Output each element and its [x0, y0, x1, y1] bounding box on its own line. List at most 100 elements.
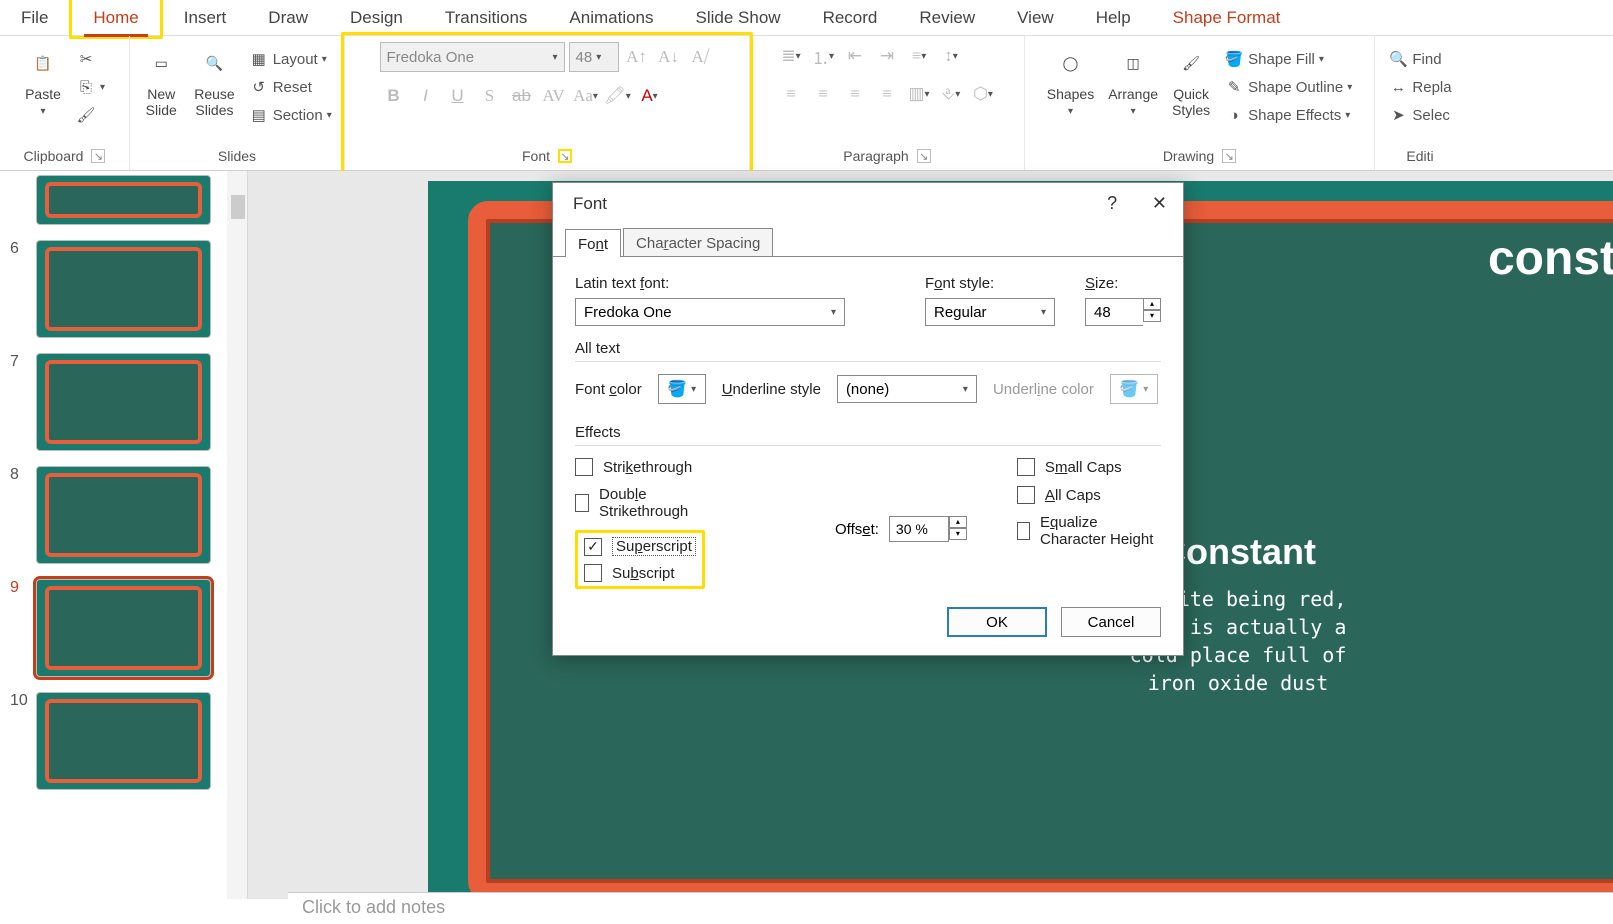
font-launcher[interactable]: ↘ — [558, 149, 572, 163]
format-painter-button[interactable]: 🖌 — [72, 103, 109, 127]
font-label: Font — [522, 148, 550, 164]
group-font: Fredoka One▾ 48▾ A↑ A↓ A⧸ B I U S ab AV … — [345, 36, 750, 170]
offset-input[interactable]: 30 % — [889, 516, 949, 542]
reuse-slides-button[interactable]: 🔍 Reuse Slides — [190, 42, 238, 120]
close-button[interactable]: ✕ — [1152, 193, 1167, 213]
increase-font-button[interactable]: A↑ — [623, 43, 651, 71]
tab-shape-format[interactable]: Shape Format — [1152, 0, 1302, 36]
spacing-button[interactable]: AV — [540, 82, 568, 110]
thumb-9[interactable] — [36, 579, 211, 677]
underline-color-picker[interactable]: 🪣▾ — [1110, 374, 1158, 404]
font-style-combo[interactable]: Regular▾ — [925, 298, 1055, 326]
dlg-tab-font[interactable]: Font — [565, 229, 621, 257]
italic-button[interactable]: I — [412, 82, 440, 110]
latin-font-combo[interactable]: Fredoka One▾ — [575, 298, 845, 326]
font-size-combo[interactable]: 48▾ — [569, 42, 619, 72]
section-button[interactable]: ▤Section▾ — [245, 103, 336, 127]
arrange-button[interactable]: ◫Arrange▾ — [1104, 42, 1162, 119]
new-slide-button[interactable]: ▭ New Slide — [138, 42, 184, 120]
tab-insert[interactable]: Insert — [163, 0, 248, 36]
subscript-checkbox[interactable] — [584, 564, 602, 582]
shape-outline-button[interactable]: ✎Shape Outline▾ — [1220, 75, 1356, 99]
cut-button[interactable]: ✂ — [72, 47, 109, 71]
bold-button[interactable]: B — [380, 82, 408, 110]
drawing-launcher[interactable]: ↘ — [1222, 149, 1236, 163]
tab-review[interactable]: Review — [898, 0, 996, 36]
smallcaps-checkbox[interactable] — [1017, 458, 1035, 476]
select-button[interactable]: ➤Selec — [1384, 103, 1455, 127]
equalize-checkbox[interactable] — [1017, 522, 1030, 540]
dialog-title: Font — [573, 194, 607, 214]
shapes-button[interactable]: ◯Shapes▾ — [1043, 42, 1098, 119]
paragraph-launcher[interactable]: ↘ — [917, 149, 931, 163]
offset-label: Offset: — [835, 521, 879, 538]
clipboard-launcher[interactable]: ↘ — [91, 149, 105, 163]
layout-button[interactable]: ▦Layout▾ — [245, 47, 336, 71]
dstrike-checkbox[interactable] — [575, 494, 589, 512]
tab-animations[interactable]: Animations — [548, 0, 674, 36]
thumb-7[interactable] — [36, 353, 211, 451]
tab-transitions[interactable]: Transitions — [424, 0, 549, 36]
notes-pane[interactable]: Click to add notes — [288, 892, 1613, 924]
numbering-button[interactable]: ⒈▾ — [809, 42, 837, 70]
font-name-combo[interactable]: Fredoka One▾ — [380, 42, 565, 72]
clipboard-label: Clipboard — [24, 148, 84, 164]
shape-effects-button[interactable]: ◑Shape Effects▾ — [1220, 103, 1356, 127]
thumb-8[interactable] — [36, 466, 211, 564]
line-spacing-button[interactable]: ≡▾ — [905, 42, 933, 70]
align-center-button[interactable]: ≡ — [809, 80, 837, 108]
tab-home[interactable]: Home — [69, 0, 162, 39]
quick-styles-button[interactable]: 🖌Quick Styles — [1168, 42, 1214, 120]
tab-slideshow[interactable]: Slide Show — [675, 0, 802, 36]
bullets-button[interactable]: ≣▾ — [777, 42, 805, 70]
indent-dec-button[interactable]: ⇤ — [841, 42, 869, 70]
underline-button[interactable]: U — [444, 82, 472, 110]
align-right-button[interactable]: ≡ — [841, 80, 869, 108]
tab-help[interactable]: Help — [1075, 0, 1152, 36]
reset-button[interactable]: ↺Reset — [245, 75, 336, 99]
align-left-button[interactable]: ≡ — [777, 80, 805, 108]
tab-record[interactable]: Record — [802, 0, 899, 36]
shape-fill-button[interactable]: 🪣Shape Fill▾ — [1220, 47, 1356, 71]
thumb-10[interactable] — [36, 692, 211, 790]
superscript-checkbox[interactable]: ✓ — [584, 538, 602, 556]
thumb-5[interactable] — [36, 175, 211, 225]
columns-button[interactable]: ▥▾ — [905, 80, 933, 108]
chevron-down-icon: ▾ — [596, 52, 601, 63]
help-button[interactable]: ? — [1107, 193, 1117, 213]
strike-button[interactable]: ab — [508, 82, 536, 110]
case-button[interactable]: Aa▾ — [572, 82, 600, 110]
ok-button[interactable]: OK — [947, 607, 1047, 637]
indent-inc-button[interactable]: ⇥ — [873, 42, 901, 70]
highlight-button[interactable]: 🖍▾ — [604, 82, 632, 110]
replace-button[interactable]: ↔Repla — [1384, 75, 1455, 99]
tab-file[interactable]: File — [0, 0, 69, 36]
shadow-button[interactable]: S — [476, 82, 504, 110]
font-color-button[interactable]: A▾ — [636, 82, 664, 110]
dlg-tab-spacing[interactable]: Character Spacing — [623, 228, 773, 256]
paste-button[interactable]: 📋 Paste ▾ — [20, 42, 66, 119]
group-paragraph: ≣▾ ⒈▾ ⇤ ⇥ ≡▾ ↕▾ ≡ ≡ ≡ ≡ ▥▾ ⎀▾ ⬡▾ Paragra… — [750, 36, 1025, 170]
thumb-scrollbar[interactable] — [227, 171, 247, 899]
tab-draw[interactable]: Draw — [247, 0, 329, 36]
justify-button[interactable]: ≡ — [873, 80, 901, 108]
size-spinner[interactable]: ▴▾ — [1143, 298, 1161, 326]
font-color-picker[interactable]: 🪣▾ — [658, 374, 706, 404]
strike-checkbox[interactable] — [575, 458, 593, 476]
text-direction-button[interactable]: ↕▾ — [937, 42, 965, 70]
scrollbar-thumb[interactable] — [231, 195, 245, 219]
decrease-font-button[interactable]: A↓ — [655, 43, 683, 71]
tab-view[interactable]: View — [996, 0, 1075, 36]
allcaps-checkbox[interactable] — [1017, 486, 1035, 504]
tab-design[interactable]: Design — [329, 0, 424, 36]
offset-spinner[interactable]: ▴▾ — [949, 516, 967, 542]
font-size-input[interactable]: 48 — [1085, 298, 1143, 326]
cancel-button[interactable]: Cancel — [1061, 607, 1161, 637]
copy-button[interactable]: ⎘▾ — [72, 75, 109, 99]
clear-format-button[interactable]: A⧸ — [687, 43, 715, 71]
smartart-button[interactable]: ⬡▾ — [969, 80, 997, 108]
underline-style-combo[interactable]: (none)▾ — [837, 375, 977, 403]
find-button[interactable]: 🔍Find — [1384, 47, 1455, 71]
thumb-6[interactable] — [36, 240, 211, 338]
align-text-button[interactable]: ⎀▾ — [937, 80, 965, 108]
